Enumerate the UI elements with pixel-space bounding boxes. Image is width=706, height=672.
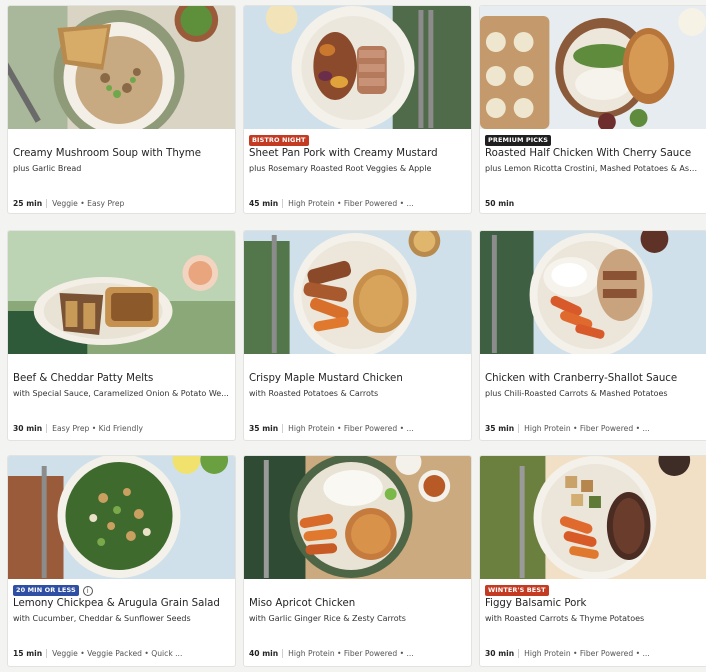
recipe-subtitle: with Roasted Potatoes & Carrots <box>249 389 379 398</box>
recipe-photo[interactable] <box>480 456 706 579</box>
recipe-meta: 45 min High Protein • Fiber Powered • ..… <box>249 199 465 208</box>
cook-time: 40 min <box>249 649 279 658</box>
recipe-info: WINTER'S BEST Figgy Balsamic Pork with R… <box>480 579 706 665</box>
recipe-info: Crispy Maple Mustard Chicken with Roaste… <box>244 354 471 440</box>
recipe-tags: High Protein • Fiber Powered • ... <box>288 199 414 208</box>
recipe-meta: 50 min <box>485 199 701 208</box>
recipe-subtitle: plus Garlic Bread <box>13 164 82 173</box>
recipe-photo[interactable] <box>244 456 471 579</box>
recipe-tags: Easy Prep • Kid Friendly <box>52 424 143 433</box>
recipe-subtitle: with Cucumber, Cheddar & Sunflower Seeds <box>13 614 191 623</box>
recipe-subtitle: with Garlic Ginger Rice & Zesty Carrots <box>249 614 406 623</box>
recipe-tags: High Protein • Fiber Powered • ... <box>288 649 414 658</box>
recipe-info: Beef & Cheddar Patty Melts with Special … <box>8 354 235 440</box>
cook-time: 30 min <box>485 649 515 658</box>
recipe-tags: High Protein • Fiber Powered • ... <box>524 424 650 433</box>
recipe-photo[interactable] <box>480 231 706 354</box>
recipe-info: BISTRO NIGHT Sheet Pan Pork with Creamy … <box>244 129 471 213</box>
cook-time: 35 min <box>249 424 279 433</box>
recipe-card[interactable]: Chicken with Cranberry-Shallot Sauce plu… <box>479 230 706 441</box>
recipe-card[interactable]: Creamy Mushroom Soup with Thyme plus Gar… <box>7 5 236 214</box>
recipe-info: Chicken with Cranberry-Shallot Sauce plu… <box>480 354 706 440</box>
cook-time: 45 min <box>249 199 279 208</box>
recipe-subtitle: plus Rosemary Roasted Root Veggies & App… <box>249 164 432 173</box>
cook-time: 30 min <box>13 424 43 433</box>
meta-divider <box>282 199 284 208</box>
meta-divider <box>46 199 48 208</box>
winters-best-badge: WINTER'S BEST <box>485 585 549 596</box>
recipe-card[interactable]: Beef & Cheddar Patty Melts with Special … <box>7 230 236 441</box>
recipe-tags: High Protein • Fiber Powered • ... <box>288 424 414 433</box>
cook-time: 15 min <box>13 649 43 658</box>
recipe-photo[interactable] <box>244 6 471 129</box>
recipe-title[interactable]: Miso Apricot Chicken <box>249 597 465 610</box>
recipe-meta: 35 min High Protein • Fiber Powered • ..… <box>249 424 465 433</box>
recipe-info: PREMIUM PICKS Roasted Half Chicken With … <box>480 129 706 213</box>
recipe-title[interactable]: Chicken with Cranberry-Shallot Sauce <box>485 372 701 385</box>
recipe-meta: 15 min Veggie • Veggie Packed • Quick ..… <box>13 649 229 658</box>
recipe-title[interactable]: Creamy Mushroom Soup with Thyme <box>13 147 229 160</box>
recipe-title[interactable]: Roasted Half Chicken With Cherry Sauce <box>485 147 701 160</box>
recipe-card[interactable]: Crispy Maple Mustard Chicken with Roaste… <box>243 230 472 441</box>
cook-time: 25 min <box>13 199 43 208</box>
meta-divider <box>282 649 284 658</box>
recipe-meta: 25 min Veggie • Easy Prep <box>13 199 229 208</box>
recipe-card[interactable]: BISTRO NIGHT Sheet Pan Pork with Creamy … <box>243 5 472 214</box>
recipe-title[interactable]: Figgy Balsamic Pork <box>485 597 701 610</box>
recipe-info: 20 MIN OR LESS i Lemony Chickpea & Arugu… <box>8 579 235 665</box>
recipe-meta: 35 min High Protein • Fiber Powered • ..… <box>485 424 701 433</box>
info-icon[interactable]: i <box>82 585 93 596</box>
recipe-subtitle: plus Chili-Roasted Carrots & Mashed Pota… <box>485 389 668 398</box>
cook-time: 50 min <box>485 199 515 208</box>
recipe-info: Miso Apricot Chicken with Garlic Ginger … <box>244 579 471 665</box>
quick-badge: 20 MIN OR LESS <box>13 585 79 596</box>
recipe-subtitle: plus Lemon Ricotta Crostini, Mashed Pota… <box>485 164 701 173</box>
recipe-card[interactable]: PREMIUM PICKS Roasted Half Chicken With … <box>479 5 706 214</box>
recipe-title[interactable]: Lemony Chickpea & Arugula Grain Salad <box>13 597 229 610</box>
recipe-photo[interactable] <box>8 456 235 579</box>
recipe-photo[interactable] <box>8 6 235 129</box>
recipe-meta: 40 min High Protein • Fiber Powered • ..… <box>249 649 465 658</box>
recipe-title[interactable]: Beef & Cheddar Patty Melts <box>13 372 229 385</box>
recipe-meta: 30 min High Protein • Fiber Powered • ..… <box>485 649 701 658</box>
cook-time: 35 min <box>485 424 515 433</box>
recipe-card[interactable]: Miso Apricot Chicken with Garlic Ginger … <box>243 455 472 667</box>
meta-divider <box>518 649 520 658</box>
recipe-photo[interactable] <box>8 231 235 354</box>
premium-picks-badge: PREMIUM PICKS <box>485 135 552 146</box>
recipe-subtitle: with Roasted Carrots & Thyme Potatoes <box>485 614 645 623</box>
recipe-grid: Creamy Mushroom Soup with Thyme plus Gar… <box>0 0 706 672</box>
recipe-meta: 30 min Easy Prep • Kid Friendly <box>13 424 229 433</box>
recipe-title[interactable]: Crispy Maple Mustard Chicken <box>249 372 465 385</box>
bistro-night-badge: BISTRO NIGHT <box>249 135 309 146</box>
recipe-info: Creamy Mushroom Soup with Thyme plus Gar… <box>8 129 235 213</box>
recipe-photo[interactable] <box>480 6 706 129</box>
meta-divider <box>46 424 48 433</box>
meta-divider <box>518 424 520 433</box>
recipe-title[interactable]: Sheet Pan Pork with Creamy Mustard <box>249 147 465 160</box>
meta-divider <box>282 424 284 433</box>
recipe-tags: Veggie • Veggie Packed • Quick ... <box>52 649 183 658</box>
recipe-tags: Veggie • Easy Prep <box>52 199 125 208</box>
recipe-photo[interactable] <box>244 231 471 354</box>
recipe-card[interactable]: 20 MIN OR LESS i Lemony Chickpea & Arugu… <box>7 455 236 667</box>
recipe-card[interactable]: WINTER'S BEST Figgy Balsamic Pork with R… <box>479 455 706 667</box>
recipe-subtitle: with Special Sauce, Caramelized Onion & … <box>13 389 229 398</box>
meta-divider <box>46 649 48 658</box>
recipe-tags: High Protein • Fiber Powered • ... <box>524 649 650 658</box>
